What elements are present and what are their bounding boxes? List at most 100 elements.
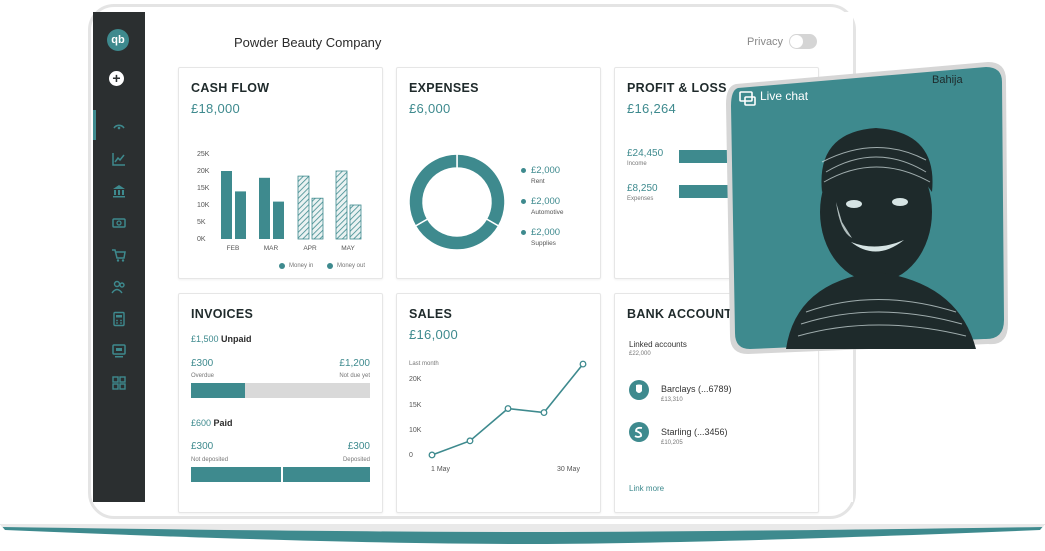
unpaid-summary: £1,500 Unpaid [191,334,252,344]
monitor-icon[interactable] [93,338,145,364]
laptop-base [0,524,1045,544]
apps-icon[interactable] [93,370,145,396]
live-chat-photo [726,62,1008,354]
invoices-card[interactable]: INVOICES £1,500 Unpaid £300 Overdue £1,2… [178,293,383,513]
legend-dot [521,168,526,173]
x-tick-label: APR [303,245,317,252]
agent-name: Bahija [932,74,963,86]
paid-progress-divider [280,467,283,482]
link-more-link[interactable]: Link more [629,484,664,493]
money-icon[interactable] [93,210,145,236]
company-name: Powder Beauty Company [234,35,382,50]
bar-money-out[interactable] [349,204,362,240]
calculator-icon[interactable] [93,306,145,332]
account-name[interactable]: Barclays (...6789) [661,384,732,394]
barclays-icon [629,380,649,400]
notdeposited-amount: £300 [191,441,214,452]
sales-chart: 20K 15K 10K 0 1 May 30 May [409,360,587,473]
bar-money-in[interactable] [259,177,270,239]
expenses-donut [408,153,506,251]
bar-money-in[interactable] [297,175,310,240]
legend-label: Supplies [531,240,556,247]
people-icon[interactable] [93,274,145,300]
bank-icon[interactable] [93,178,145,204]
paid-progress-track [191,467,370,482]
linked-total: £22,000 [629,351,651,357]
account-balance: £13,310 [661,397,683,403]
account-balance: £10,205 [661,440,683,446]
paid-label: Paid [213,418,233,428]
legend-label: Automotive [531,209,564,216]
card-title: INVOICES [191,307,254,321]
y-tick-label: 0 [409,452,413,459]
y-tick-label: 10K [197,202,210,209]
income-label: Income [627,161,647,167]
sales-point[interactable] [466,437,474,445]
linked-label: Linked accounts [629,340,687,349]
legend-dot [521,199,526,204]
unpaid-progress-track [191,383,370,398]
add-icon[interactable]: + [109,71,124,86]
donut-slice-rent[interactable] [456,153,506,228]
cash-flow-chart: 25K 20K 15K 10K 5K 0K FEB MAR APR MAY [197,151,362,252]
y-tick-label: 10K [409,427,422,434]
donut-slice-supplies[interactable] [408,153,458,228]
privacy-toggle[interactable] [789,34,817,49]
y-tick-label: 20K [197,168,210,175]
cash-flow-card[interactable]: CASH FLOW £18,000 25K 20K 15K 10K 5K 0K FEB MAR… [178,67,383,279]
donut-slice-automotive[interactable] [414,217,500,251]
chart-icon[interactable] [93,146,145,172]
legend-money-in-dot [279,263,285,269]
legend-amount: £2,000 [531,196,561,207]
sales-point[interactable] [579,360,587,368]
card-title: BANK ACCOUNTS [627,307,741,321]
overdue-amount: £300 [191,358,214,369]
x-tick-label: MAY [341,245,355,252]
x-tick-label: MAR [264,245,279,252]
bar-money-out[interactable] [235,191,246,239]
expenses-label: Expenses [627,196,654,202]
live-chat-card[interactable]: Live chat Bahija [726,62,1008,354]
legend-amount: £2,000 [531,227,561,238]
y-tick-label: 5K [197,219,206,226]
y-tick-label: 20K [409,376,422,383]
account-name[interactable]: Starling (...3456) [661,427,728,437]
y-tick-label: 0K [197,236,206,243]
legend-money-in: Money in [289,263,314,269]
cart-icon[interactable] [93,242,145,268]
card-amount: £16,264 [627,101,677,116]
unpaid-amount: £1,500 [191,334,219,344]
sales-point[interactable] [504,405,512,412]
expenses-amount: £8,250 [627,183,658,194]
notdeposited-label: Not deposited [191,457,229,463]
legend-label: Rent [531,178,545,185]
sales-card[interactable]: SALES £16,000 Last month 20K 15K 10K 0 1 May… [396,293,601,513]
starling-icon [629,422,649,442]
bar-money-out[interactable] [311,197,324,240]
notdue-amount: £1,200 [339,358,370,369]
expenses-card[interactable]: EXPENSES £6,000 £2,000 Rent £2,000 Automoti… [396,67,601,279]
legend-amount: £2,000 [531,165,561,176]
quickbooks-logo[interactable]: qb [107,29,129,51]
bar-money-in[interactable] [221,171,232,239]
dashboard-icon[interactable] [93,112,145,138]
live-chat-label: Live chat [760,89,809,103]
x-tick-label: 1 May [431,466,451,473]
bar-money-in[interactable] [335,170,348,240]
overdue-label: Overdue [191,373,215,379]
privacy-label: Privacy [747,36,784,48]
unpaid-progress-fill [191,383,245,398]
paid-amount: £600 [191,418,212,428]
toggle-knob [790,35,803,48]
legend-money-out: Money out [337,263,366,269]
deposited-amount: £300 [347,441,370,452]
sales-point[interactable] [428,451,436,459]
y-tick-label: 15K [197,185,210,192]
income-amount: £24,450 [627,148,664,159]
paid-summary: £600 Paid [191,418,233,428]
notdue-label: Not due yet [339,373,370,379]
bar-money-out[interactable] [273,201,284,239]
unpaid-label: Unpaid [221,334,252,344]
deposited-label: Deposited [342,457,370,463]
sales-point[interactable] [540,409,548,417]
